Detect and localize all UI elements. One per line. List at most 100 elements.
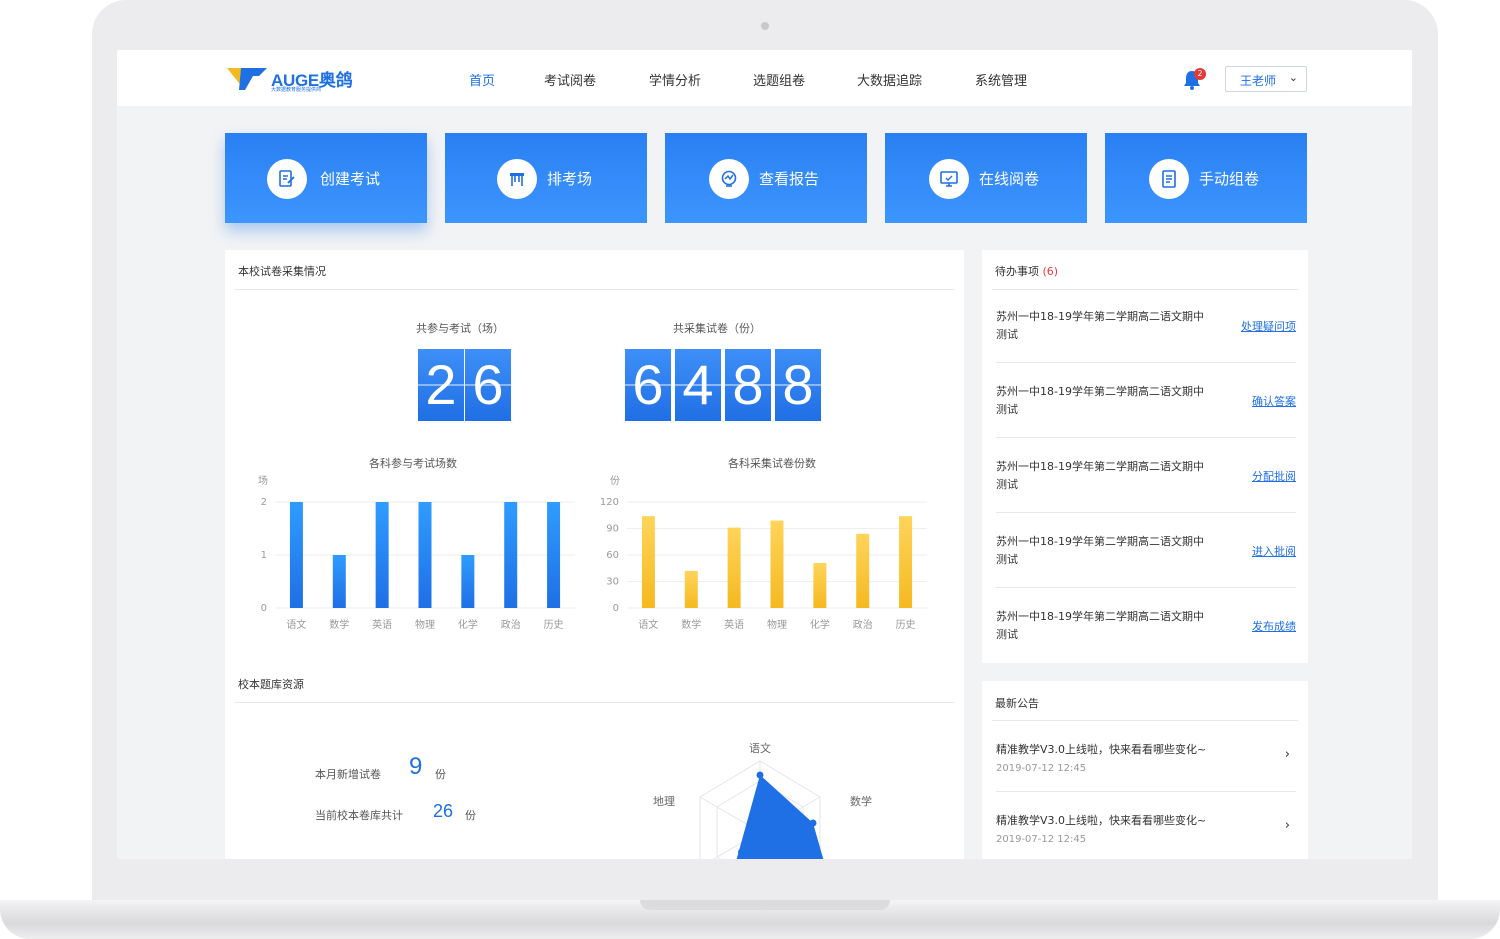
user-name: 王老师 — [1240, 74, 1277, 88]
manual-compose-label: 手动组卷 — [1199, 170, 1260, 188]
todo-text: 苏州一中18-19学年第二学期高二语文期中测试 — [996, 610, 1204, 641]
y-tick-label: 2 — [261, 497, 267, 508]
brand-logo[interactable]: AUGE奥鸽 大数据教育服务提供商 — [227, 64, 367, 94]
panel-title: 待办事项 (6) — [995, 263, 1058, 279]
monthly-new-label: 本月新增试卷 — [315, 768, 381, 781]
radar-label: 数学 — [850, 794, 872, 808]
radar-label: 地理 — [653, 795, 675, 808]
arrange-room-button[interactable]: 排考场 — [445, 133, 647, 223]
edit-document-icon — [267, 159, 307, 199]
x-tick-label: 历史 — [896, 619, 916, 631]
bar — [375, 502, 389, 608]
view-report-button[interactable]: 查看报告 — [665, 133, 867, 223]
user-menu-select[interactable]: 王老师 ⌄ — [1225, 66, 1307, 92]
bar — [332, 555, 346, 608]
papers-digit: 6 — [625, 349, 671, 421]
bar — [770, 520, 784, 608]
unit-label: 份 — [465, 809, 476, 822]
todo-text: 苏州一中18-19学年第二学期高二语文期中测试 — [996, 535, 1204, 566]
bar — [856, 533, 870, 608]
divider — [996, 587, 1296, 588]
radar-point — [738, 849, 744, 855]
exams-digit: 2 — [418, 349, 464, 421]
todo-item: 苏州一中18-19学年第二学期高二语文期中测试 分配批阅 — [996, 458, 1296, 533]
x-tick-label: 语文 — [638, 618, 658, 631]
divider — [235, 289, 954, 290]
radar-point — [809, 819, 817, 827]
radar-point — [756, 771, 764, 779]
y-tick-label: 90 — [606, 524, 619, 535]
camera-dot — [761, 22, 769, 30]
nav-big-data-tracking[interactable]: 大数据追踪 — [857, 70, 922, 89]
chart-title-papers: 各科采集试卷份数 — [728, 457, 816, 470]
document-list-icon — [1149, 159, 1189, 199]
x-tick-label: 历史 — [544, 619, 564, 631]
todo-text: 苏州一中18-19学年第二学期高二语文期中测试 — [996, 385, 1204, 416]
todo-action-link[interactable]: 发布成绩 — [1252, 618, 1296, 634]
papers-digit: 8 — [775, 349, 821, 421]
divider — [996, 362, 1296, 363]
bar — [813, 562, 827, 608]
exam-room-icon — [497, 159, 537, 199]
notice-item[interactable]: 精准教学V3.0上线啦，快来看看哪些变化~ 2019-07-12 12:45 › — [996, 741, 1296, 801]
y-axis-unit: 份 — [610, 475, 620, 487]
manual-compose-button[interactable]: 手动组卷 — [1105, 133, 1307, 223]
online-marking-button[interactable]: 在线阅卷 — [885, 133, 1087, 223]
radar-label: 语文 — [749, 741, 771, 755]
divider — [996, 512, 1296, 513]
bar — [684, 570, 698, 608]
chevron-down-icon: ⌄ — [1288, 71, 1298, 84]
bar — [547, 502, 561, 608]
top-nav-bar: AUGE奥鸽 大数据教育服务提供商 首页 考试阅卷 学情分析 选题组卷 大数据追… — [117, 50, 1412, 106]
divider — [235, 702, 954, 703]
bank-total-label: 当前校本卷库共计 — [315, 809, 403, 822]
todo-action-link[interactable]: 分配批阅 — [1252, 468, 1296, 484]
logo-mark-icon — [227, 68, 267, 90]
panel-title: 最新公告 — [995, 697, 1039, 710]
y-tick-label: 120 — [600, 497, 619, 508]
todo-item: 苏州一中18-19学年第二学期高二语文期中测试 进入批阅 — [996, 533, 1296, 608]
laptop-notch — [640, 900, 890, 910]
nav-learning-analysis[interactable]: 学情分析 — [649, 70, 701, 89]
todo-item: 苏州一中18-19学年第二学期高二语文期中测试 发布成绩 — [996, 608, 1296, 683]
todo-action-link[interactable]: 进入批阅 — [1252, 543, 1296, 559]
notice-date: 2019-07-12 12:45 — [996, 834, 1087, 845]
exams-count-label: 共参与考试（场） — [416, 322, 504, 335]
y-tick-label: 0 — [261, 603, 267, 614]
announcements-panel: 最新公告 精准教学V3.0上线啦，快来看看哪些变化~ 2019-07-12 12… — [982, 681, 1308, 859]
nav-exam-marking[interactable]: 考试阅卷 — [544, 70, 596, 89]
todo-title: 待办事项 — [995, 265, 1039, 278]
todo-item: 苏州一中18-19学年第二学期高二语文期中测试 处理疑问项 — [996, 308, 1296, 383]
create-exam-button[interactable]: 创建考试 — [225, 133, 427, 223]
todo-action-link[interactable]: 确认答案 — [1252, 393, 1296, 409]
report-chart-icon — [709, 159, 749, 199]
todo-text: 苏州一中18-19学年第二学期高二语文期中测试 — [996, 310, 1204, 341]
bar — [461, 555, 475, 608]
y-axis-unit: 场 — [258, 474, 268, 487]
y-tick-label: 60 — [606, 550, 619, 561]
todo-text: 苏州一中18-19学年第二学期高二语文期中测试 — [996, 460, 1204, 491]
nav-paper-building[interactable]: 选题组卷 — [753, 70, 805, 89]
papers-bar-chart: 份 0 30 60 90 120 语文 数学 英语 物理 化学 政治 历史 — [600, 475, 927, 631]
bar — [899, 516, 913, 608]
notice-date: 2019-07-12 12:45 — [996, 763, 1087, 774]
logo-subtitle: 大数据教育服务提供商 — [271, 87, 322, 93]
todo-action-link[interactable]: 处理疑问项 — [1241, 318, 1296, 334]
panel-title: 本校试卷采集情况 — [238, 265, 326, 278]
bar — [418, 502, 432, 608]
x-tick-label: 物理 — [767, 618, 787, 631]
todo-count: (6) — [1042, 265, 1059, 278]
exams-bar-chart: 场 0 1 2 语文 数学 英语 物理 化学 政治 历史 — [258, 474, 575, 631]
monitor-icon — [929, 159, 969, 199]
divider — [996, 791, 1296, 792]
notice-item[interactable]: 精准教学V3.0上线啦，快来看看哪些变化~ 2019-07-12 12:45 › — [996, 812, 1296, 859]
create-exam-label: 创建考试 — [320, 170, 381, 188]
x-tick-label: 化学 — [458, 618, 478, 631]
x-tick-label: 数学 — [329, 618, 349, 631]
papers-digit: 8 — [725, 349, 771, 421]
divider — [996, 437, 1296, 438]
nav-home[interactable]: 首页 — [469, 70, 495, 89]
nav-system-admin[interactable]: 系统管理 — [975, 70, 1027, 89]
divider — [992, 720, 1298, 721]
bar — [289, 502, 303, 608]
